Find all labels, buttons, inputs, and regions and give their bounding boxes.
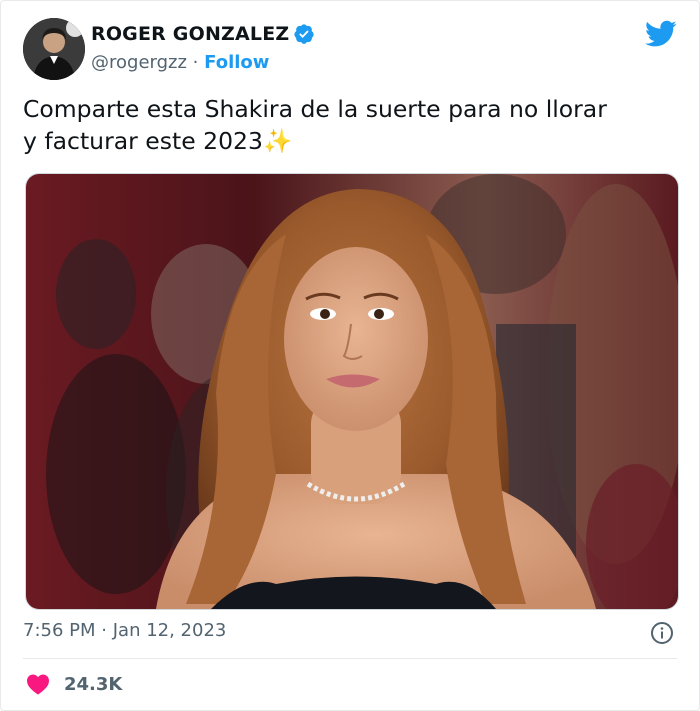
tweet-text-line2: y facturar este 2023: [23, 127, 263, 155]
tweet-photo[interactable]: [25, 173, 679, 610]
handle-separator: ·: [192, 52, 199, 73]
info-icon[interactable]: [650, 621, 674, 645]
tweet-text: Comparte esta Shakira de la suerte para …: [23, 93, 683, 157]
like-button[interactable]: 24.3K: [26, 673, 122, 695]
like-count: 24.3K: [64, 673, 123, 695]
tweet-time: 7:56 PM: [23, 620, 96, 641]
photo-illustration: [26, 174, 678, 609]
tweet-text-line1: Comparte esta Shakira de la suerte para …: [23, 95, 607, 123]
sparkles-emoji: ✨: [262, 127, 293, 155]
avatar-image: [23, 18, 85, 80]
timestamp-separator: ·: [101, 620, 107, 641]
tweet-card: ROGER GONZALEZ @rogergzz · Follow Compar…: [0, 0, 700, 711]
twitter-bird-icon[interactable]: [645, 20, 677, 48]
tweet-timestamp[interactable]: 7:56 PM · Jan 12, 2023: [23, 620, 226, 641]
follow-button[interactable]: Follow: [204, 52, 269, 73]
divider: [23, 658, 677, 659]
verified-badge-icon: [294, 24, 315, 44]
avatar[interactable]: [23, 18, 85, 80]
tweet-date: Jan 12, 2023: [112, 620, 227, 641]
heart-icon: [27, 674, 49, 695]
author-handle[interactable]: @rogergzz: [91, 52, 187, 73]
author-name[interactable]: ROGER GONZALEZ: [91, 23, 289, 45]
